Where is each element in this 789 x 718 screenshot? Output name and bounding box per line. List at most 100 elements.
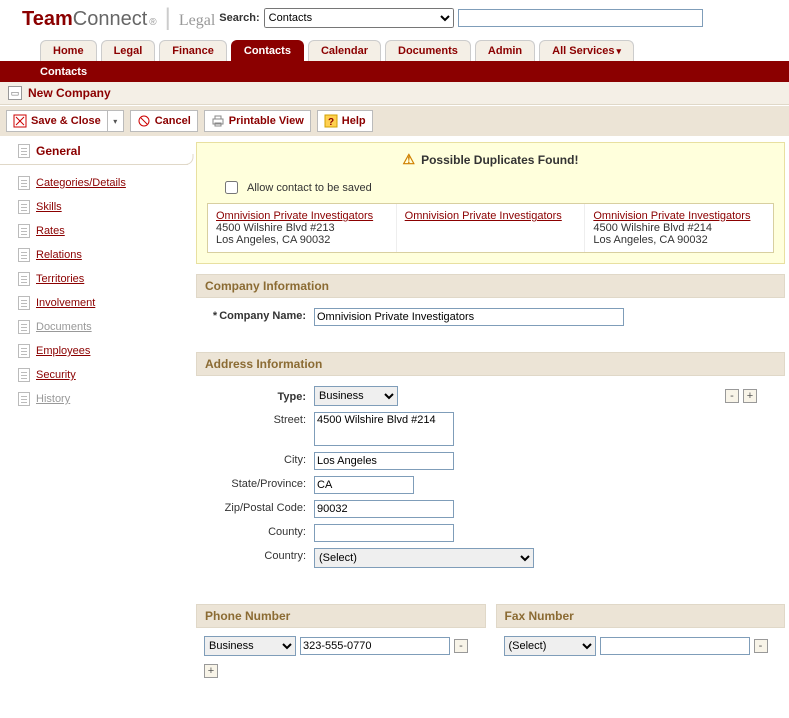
logo-legal-text: Legal	[179, 12, 215, 30]
sidebar-item-skills[interactable]: Skills	[0, 195, 188, 219]
sidebar-item-label: Documents	[36, 321, 92, 333]
tab-finance[interactable]: Finance	[159, 40, 227, 61]
zip-input[interactable]	[314, 500, 454, 518]
phone-type-select[interactable]: Business	[204, 636, 296, 656]
country-select[interactable]: (Select)	[314, 548, 534, 568]
warning-icon: ⚠	[403, 151, 416, 168]
section-fax: Fax Number	[496, 604, 786, 628]
phone-number-input[interactable]	[300, 637, 450, 655]
remove-address-button[interactable]: -	[725, 389, 739, 403]
company-name-label: *Company Name:	[204, 308, 314, 322]
street-input[interactable]: 4500 Wilshire Blvd #214	[314, 412, 454, 446]
print-icon	[211, 114, 225, 128]
tab-all-services[interactable]: All Services▾	[539, 40, 634, 61]
duplicate-entry: Omnivision Private Investigators	[397, 204, 586, 252]
address-plus-minus: - +	[725, 389, 757, 403]
page-title-bar: ▭ New Company	[0, 82, 789, 105]
tab-legal[interactable]: Legal	[101, 40, 156, 61]
sidebar-item-security[interactable]: Security	[0, 363, 188, 387]
save-close-label: Save & Close	[31, 115, 101, 127]
country-label: Country:	[204, 548, 314, 562]
help-label: Help	[342, 115, 366, 127]
search-input[interactable]	[458, 9, 703, 27]
fax-type-select[interactable]: (Select)	[504, 636, 596, 656]
sidebar-item-documents: Documents	[0, 315, 188, 339]
zip-label: Zip/Postal Code:	[204, 500, 314, 514]
city-input[interactable]	[314, 452, 454, 470]
address-type-label: Type:	[204, 389, 314, 403]
duplicate-entry: Omnivision Private Investigators 4500 Wi…	[208, 204, 397, 252]
sidebar: General Categories/Details Skills Rates …	[0, 136, 188, 694]
page-icon: ▭	[8, 86, 22, 100]
add-address-button[interactable]: +	[743, 389, 757, 403]
sidebar-item-territories[interactable]: Territories	[0, 267, 188, 291]
fax-number-input[interactable]	[600, 637, 750, 655]
save-close-split: Save & Close ▾	[6, 110, 124, 132]
sidebar-item-label: Employees	[36, 345, 90, 357]
cancel-label: Cancel	[155, 115, 191, 127]
content-area: General Categories/Details Skills Rates …	[0, 136, 789, 694]
duplicates-warning: ⚠ Possible Duplicates Found! Allow conta…	[196, 142, 785, 264]
duplicate-addr2: Los Angeles, CA 90032	[593, 234, 765, 246]
main-tabs: Home Legal Finance Contacts Calendar Doc…	[0, 34, 789, 62]
add-phone-button[interactable]: +	[204, 664, 218, 678]
tab-calendar[interactable]: Calendar	[308, 40, 381, 61]
street-label: Street:	[204, 412, 314, 426]
search-label: Search:	[219, 12, 259, 24]
address-type-select[interactable]: Business	[314, 386, 398, 406]
sidebar-item-label: Rates	[36, 225, 65, 237]
logo-connect-text: Connect	[73, 8, 148, 31]
duplicate-link[interactable]: Omnivision Private Investigators	[216, 210, 388, 222]
printable-view-button[interactable]: Printable View	[204, 110, 311, 132]
search-scope-select[interactable]: Contacts	[264, 8, 454, 28]
sidebar-list: Categories/Details Skills Rates Relation…	[0, 171, 188, 411]
document-icon	[18, 320, 30, 334]
chevron-down-icon: ▾	[113, 117, 117, 126]
logo-team-text: Team	[22, 8, 73, 31]
help-button[interactable]: ? Help	[317, 110, 373, 132]
sidebar-item-relations[interactable]: Relations	[0, 243, 188, 267]
global-search: Search: Contacts	[219, 8, 702, 28]
document-icon	[18, 144, 30, 158]
sidebar-heading: General	[0, 142, 188, 165]
cancel-button[interactable]: Cancel	[130, 110, 198, 132]
document-icon	[18, 296, 30, 310]
state-label: State/Province:	[204, 476, 314, 490]
allow-save-row: Allow contact to be saved	[221, 178, 774, 197]
cancel-icon	[137, 114, 151, 128]
duplicate-link[interactable]: Omnivision Private Investigators	[405, 210, 577, 222]
sidebar-item-involvement[interactable]: Involvement	[0, 291, 188, 315]
app-logo: TeamConnect ® | Legal	[22, 4, 215, 32]
help-icon: ?	[324, 114, 338, 128]
action-toolbar: Save & Close ▾ Cancel Printable View ? H…	[0, 105, 789, 136]
tab-home[interactable]: Home	[40, 40, 97, 61]
county-input[interactable]	[314, 524, 454, 542]
company-name-input[interactable]	[314, 308, 624, 326]
save-close-dropdown[interactable]: ▾	[108, 110, 124, 132]
document-icon	[18, 392, 30, 406]
tab-documents[interactable]: Documents	[385, 40, 471, 61]
document-icon	[18, 200, 30, 214]
tab-admin[interactable]: Admin	[475, 40, 535, 61]
sidebar-item-rates[interactable]: Rates	[0, 219, 188, 243]
sidebar-item-categories[interactable]: Categories/Details	[0, 171, 188, 195]
document-icon	[18, 368, 30, 382]
duplicate-link[interactable]: Omnivision Private Investigators	[593, 210, 765, 222]
sidebar-item-employees[interactable]: Employees	[0, 339, 188, 363]
save-icon	[13, 114, 27, 128]
state-input[interactable]	[314, 476, 414, 494]
address-info-body: Type: Business - + Street: 4500 Wilshire…	[196, 376, 785, 584]
tab-contacts[interactable]: Contacts	[231, 40, 304, 61]
section-address-info: Address Information	[196, 352, 785, 376]
document-icon	[18, 224, 30, 238]
section-phone: Phone Number	[196, 604, 486, 628]
sidebar-item-label: Territories	[36, 273, 84, 285]
allow-save-checkbox[interactable]	[225, 181, 238, 194]
remove-fax-button[interactable]: -	[754, 639, 768, 653]
county-label: County:	[204, 524, 314, 538]
printable-label: Printable View	[229, 115, 304, 127]
remove-phone-button[interactable]: -	[454, 639, 468, 653]
save-close-button[interactable]: Save & Close	[6, 110, 108, 132]
duplicates-title: Possible Duplicates Found!	[421, 153, 578, 167]
duplicates-title-row: ⚠ Possible Duplicates Found!	[207, 151, 774, 168]
